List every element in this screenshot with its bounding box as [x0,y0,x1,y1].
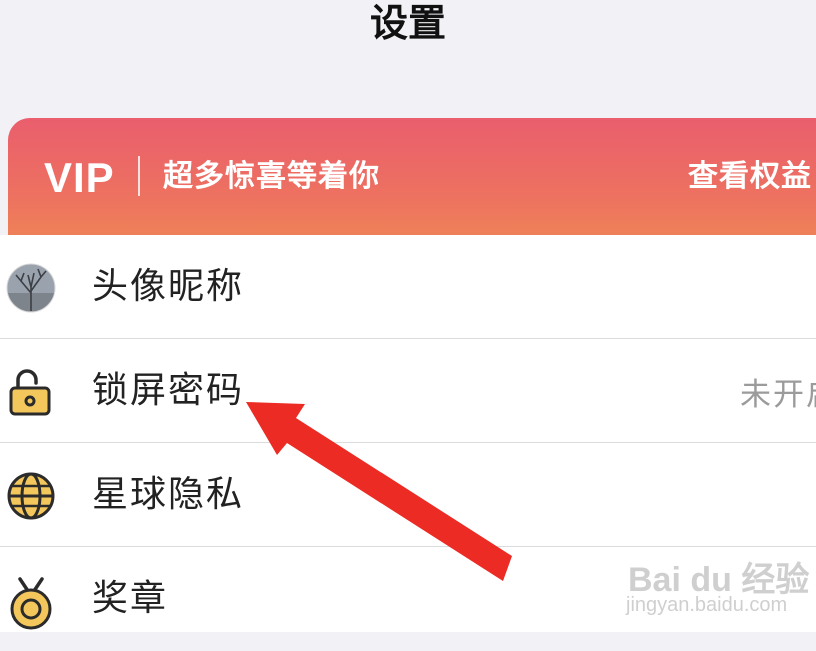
vip-divider [138,156,140,196]
settings-item-avatar-nickname[interactable]: 头像昵称 [0,235,816,339]
vip-logo: VIP [44,154,115,201]
page-title: 设置 [369,1,446,45]
avatar-icon [6,263,56,313]
settings-item-label: 头像昵称 [92,266,245,307]
lock-status-value: 未开启 [740,377,816,413]
header: 设置 [0,0,816,118]
settings-item-planet-privacy[interactable]: 星球隐私 [0,443,816,547]
settings-item-label: 星球隐私 [92,474,245,515]
settings-item-lock-screen-password[interactable]: 锁屏密码 未开启 [0,339,816,443]
globe-icon [6,471,56,521]
vip-slogan: 超多惊喜等着你 [163,159,380,194]
baidu-jingyan-watermark: Bai du 经验 jingyan.baidu.com [620,540,816,632]
settings-item-label: 奖章 [92,578,169,619]
settings-item-label: 锁屏密码 [92,370,245,411]
medal-icon [6,575,56,630]
unlocked-padlock-icon [6,367,56,417]
watermark-url: jingyan.baidu.com [626,594,788,616]
view-benefits-link[interactable]: 查看权益 [688,158,812,196]
